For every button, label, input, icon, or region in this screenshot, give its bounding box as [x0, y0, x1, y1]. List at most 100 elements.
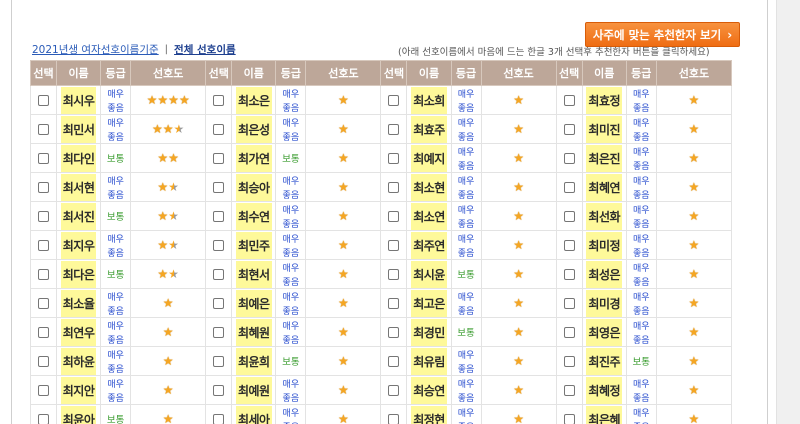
grade-label: 매우좋음: [632, 322, 650, 346]
grade-label: 매우좋음: [282, 322, 300, 346]
name-checkbox[interactable]: [388, 298, 400, 309]
name-label: 최미진: [586, 115, 623, 143]
name-label: 최진주: [586, 347, 623, 375]
name-checkbox[interactable]: [388, 269, 400, 280]
name-label: 최소희: [411, 86, 447, 114]
star-icon: ★: [162, 296, 174, 310]
select-cell: [555, 230, 583, 260]
grade-cell: 매우좋음: [275, 114, 307, 144]
name-checkbox[interactable]: [563, 327, 575, 338]
preference-cell: ★: [655, 346, 733, 376]
name-checkbox[interactable]: [213, 327, 225, 338]
name-checkbox[interactable]: [38, 95, 50, 106]
grade-cell: 매우좋음: [100, 172, 132, 202]
name-checkbox[interactable]: [38, 153, 50, 164]
name-checkbox[interactable]: [388, 240, 400, 251]
star-icon: ★: [157, 209, 169, 223]
select-cell: [380, 288, 408, 318]
grade-label: 보통: [106, 415, 125, 424]
name-checkbox[interactable]: [38, 269, 50, 280]
name-checkbox[interactable]: [213, 240, 225, 251]
name-checkbox[interactable]: [563, 211, 575, 222]
recommend-button-label: 사주에 맞는 추천한자 보기: [592, 27, 722, 42]
name-checkbox[interactable]: [213, 124, 225, 135]
name-checkbox[interactable]: [213, 385, 225, 396]
name-checkbox[interactable]: [38, 211, 50, 222]
name-checkbox[interactable]: [213, 298, 225, 309]
name-checkbox[interactable]: [563, 269, 575, 280]
half-star-icon: ★: [168, 209, 179, 223]
grade-cell: 매우좋음: [275, 201, 307, 231]
name-checkbox[interactable]: [213, 269, 225, 280]
star-icon: ★: [162, 325, 174, 339]
name-checkbox[interactable]: [563, 95, 575, 106]
filter-year-link[interactable]: 2021년생 여자선호이름기준: [32, 42, 159, 57]
name-checkbox[interactable]: [563, 414, 575, 424]
name-checkbox[interactable]: [213, 153, 225, 164]
grade-cell: 매우좋음: [625, 375, 657, 405]
star-icon: ★: [338, 209, 349, 223]
table-row: 최시우 매우 좋음 ★★★★ 최소은 매우 좋음 ★ 최소희 매우 좋음 ★ 최효정 매우 좋음 ★: [29, 85, 733, 115]
name-checkbox[interactable]: [563, 153, 575, 164]
select-cell: [29, 288, 58, 318]
name-checkbox[interactable]: [388, 327, 400, 338]
name-checkbox[interactable]: [38, 240, 50, 251]
grade-cell: 매우좋음: [100, 317, 132, 347]
preference-header: 선호도: [655, 60, 733, 86]
name-checkbox[interactable]: [563, 356, 575, 367]
name-checkbox[interactable]: [213, 182, 225, 193]
select-cell: [205, 230, 233, 260]
name-checkbox[interactable]: [38, 356, 50, 367]
select-cell: [205, 259, 233, 289]
select-cell: [29, 346, 58, 376]
grade-label: 매우좋음: [457, 409, 475, 424]
name-checkbox[interactable]: [38, 182, 50, 193]
name-checkbox[interactable]: [563, 124, 575, 135]
name-label: 최예지: [411, 144, 447, 172]
name-checkbox[interactable]: [563, 182, 575, 193]
select-cell: [555, 288, 583, 318]
name-cell: 최경민: [406, 317, 452, 347]
name-checkbox[interactable]: [388, 414, 400, 424]
name-checkbox[interactable]: [213, 414, 225, 424]
name-checkbox[interactable]: [563, 298, 575, 309]
select-cell: [380, 404, 408, 424]
name-checkbox[interactable]: [563, 385, 575, 396]
name-checkbox[interactable]: [388, 356, 400, 367]
name-checkbox[interactable]: [388, 124, 400, 135]
table-row: 최소율 매우 좋음 ★ 최예은 매우 좋음 ★ 최고은 매우 좋음 ★ 최미경 매우 좋음 ★: [29, 288, 733, 318]
preference-cell: ★: [130, 404, 207, 424]
star-icon: ★: [688, 267, 700, 281]
name-checkbox[interactable]: [38, 298, 50, 309]
name-cell: 최혜원: [231, 317, 277, 347]
name-checkbox[interactable]: [388, 95, 400, 106]
grade-label: 매우좋음: [282, 293, 300, 317]
select-cell: [29, 317, 58, 347]
name-checkbox[interactable]: [388, 182, 400, 193]
grade-cell: 보통: [450, 259, 482, 289]
name-cell: 최소은: [231, 85, 277, 115]
preference-cell: ★: [480, 259, 557, 289]
name-checkbox[interactable]: [213, 356, 225, 367]
name-checkbox[interactable]: [213, 95, 225, 106]
name-checkbox[interactable]: [38, 414, 50, 424]
name-checkbox[interactable]: [38, 385, 50, 396]
star-icon: ★: [513, 151, 524, 165]
preference-cell: ★: [655, 259, 733, 289]
filter-all-link[interactable]: 전체 선호이름: [174, 42, 236, 57]
grade-label: 매우좋음: [632, 293, 650, 317]
grade-header: 등급: [625, 60, 657, 86]
select-cell: [555, 259, 583, 289]
grade-label: 매우좋음: [632, 264, 650, 288]
grade-cell: 매우좋음: [275, 172, 307, 202]
name-checkbox[interactable]: [563, 240, 575, 251]
name-checkbox[interactable]: [388, 153, 400, 164]
name-checkbox[interactable]: [213, 211, 225, 222]
name-checkbox[interactable]: [388, 385, 400, 396]
name-checkbox[interactable]: [38, 124, 50, 135]
name-checkbox[interactable]: [38, 327, 50, 338]
name-checkbox[interactable]: [388, 211, 400, 222]
name-label: 최수연: [235, 202, 272, 230]
name-label: 최소율: [60, 289, 97, 317]
scrollbar[interactable]: [776, 0, 800, 424]
